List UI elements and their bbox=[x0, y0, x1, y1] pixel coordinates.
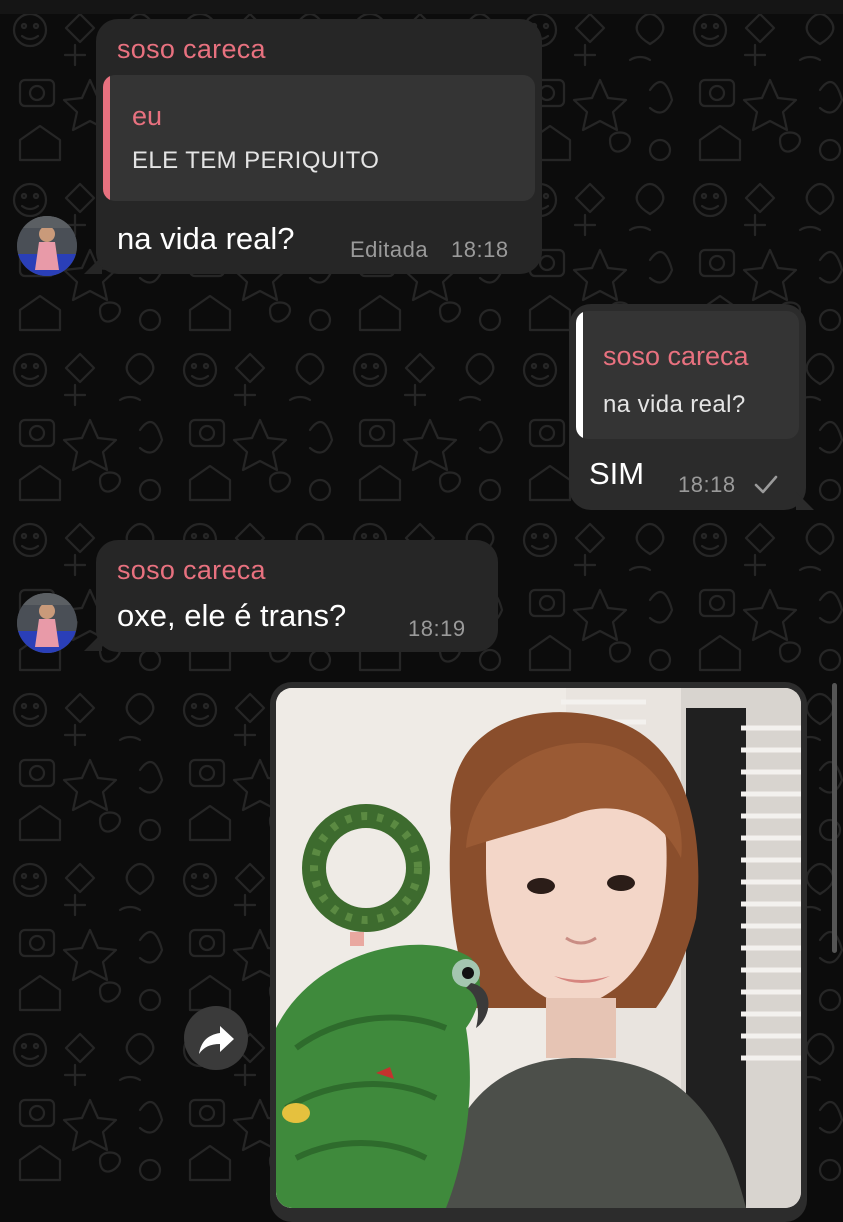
reply-quote[interactable]: soso careca na vida real? bbox=[576, 311, 799, 439]
reply-quote-bar bbox=[576, 311, 583, 439]
edited-label: Editada bbox=[350, 237, 429, 262]
message-bubble-incoming[interactable]: soso careca oxe, ele é trans? 18:19 bbox=[96, 540, 498, 652]
sender-name[interactable]: soso careca bbox=[117, 34, 266, 65]
avatar-photo bbox=[17, 216, 77, 276]
person-with-green-parrot-photo[interactable] bbox=[276, 688, 801, 1208]
avatar-photo bbox=[17, 593, 77, 653]
reply-quote-text: ELE TEM PERIQUITO bbox=[132, 147, 380, 174]
message-text: na vida real? bbox=[117, 221, 295, 256]
message-bubble-outgoing[interactable]: soso careca na vida real? SIM 18:18 bbox=[569, 304, 806, 510]
message-text: SIM bbox=[589, 456, 645, 491]
message-time: 18:18 bbox=[451, 237, 509, 262]
message-text: oxe, ele é trans? bbox=[117, 598, 347, 633]
reply-quote[interactable]: eu ELE TEM PERIQUITO bbox=[103, 75, 535, 201]
reply-quote-name: eu bbox=[132, 101, 163, 131]
reply-quote-text: na vida real? bbox=[603, 391, 746, 418]
message-bubble-incoming[interactable]: soso careca eu ELE TEM PERIQUITO na vida… bbox=[96, 19, 542, 274]
forward-button[interactable] bbox=[184, 1006, 248, 1070]
avatar[interactable] bbox=[17, 216, 77, 276]
sender-name[interactable]: soso careca bbox=[117, 555, 266, 586]
bubble-tail bbox=[796, 492, 814, 510]
message-time: 18:18 bbox=[678, 472, 736, 497]
check-icon bbox=[754, 475, 778, 494]
forward-icon bbox=[199, 1026, 234, 1054]
reply-quote-name: soso careca bbox=[603, 341, 749, 371]
reply-quote-bar bbox=[103, 75, 110, 201]
scrollbar[interactable] bbox=[832, 683, 837, 953]
top-bar bbox=[0, 0, 843, 14]
message-time: 18:19 bbox=[408, 616, 466, 641]
avatar[interactable] bbox=[17, 593, 77, 653]
